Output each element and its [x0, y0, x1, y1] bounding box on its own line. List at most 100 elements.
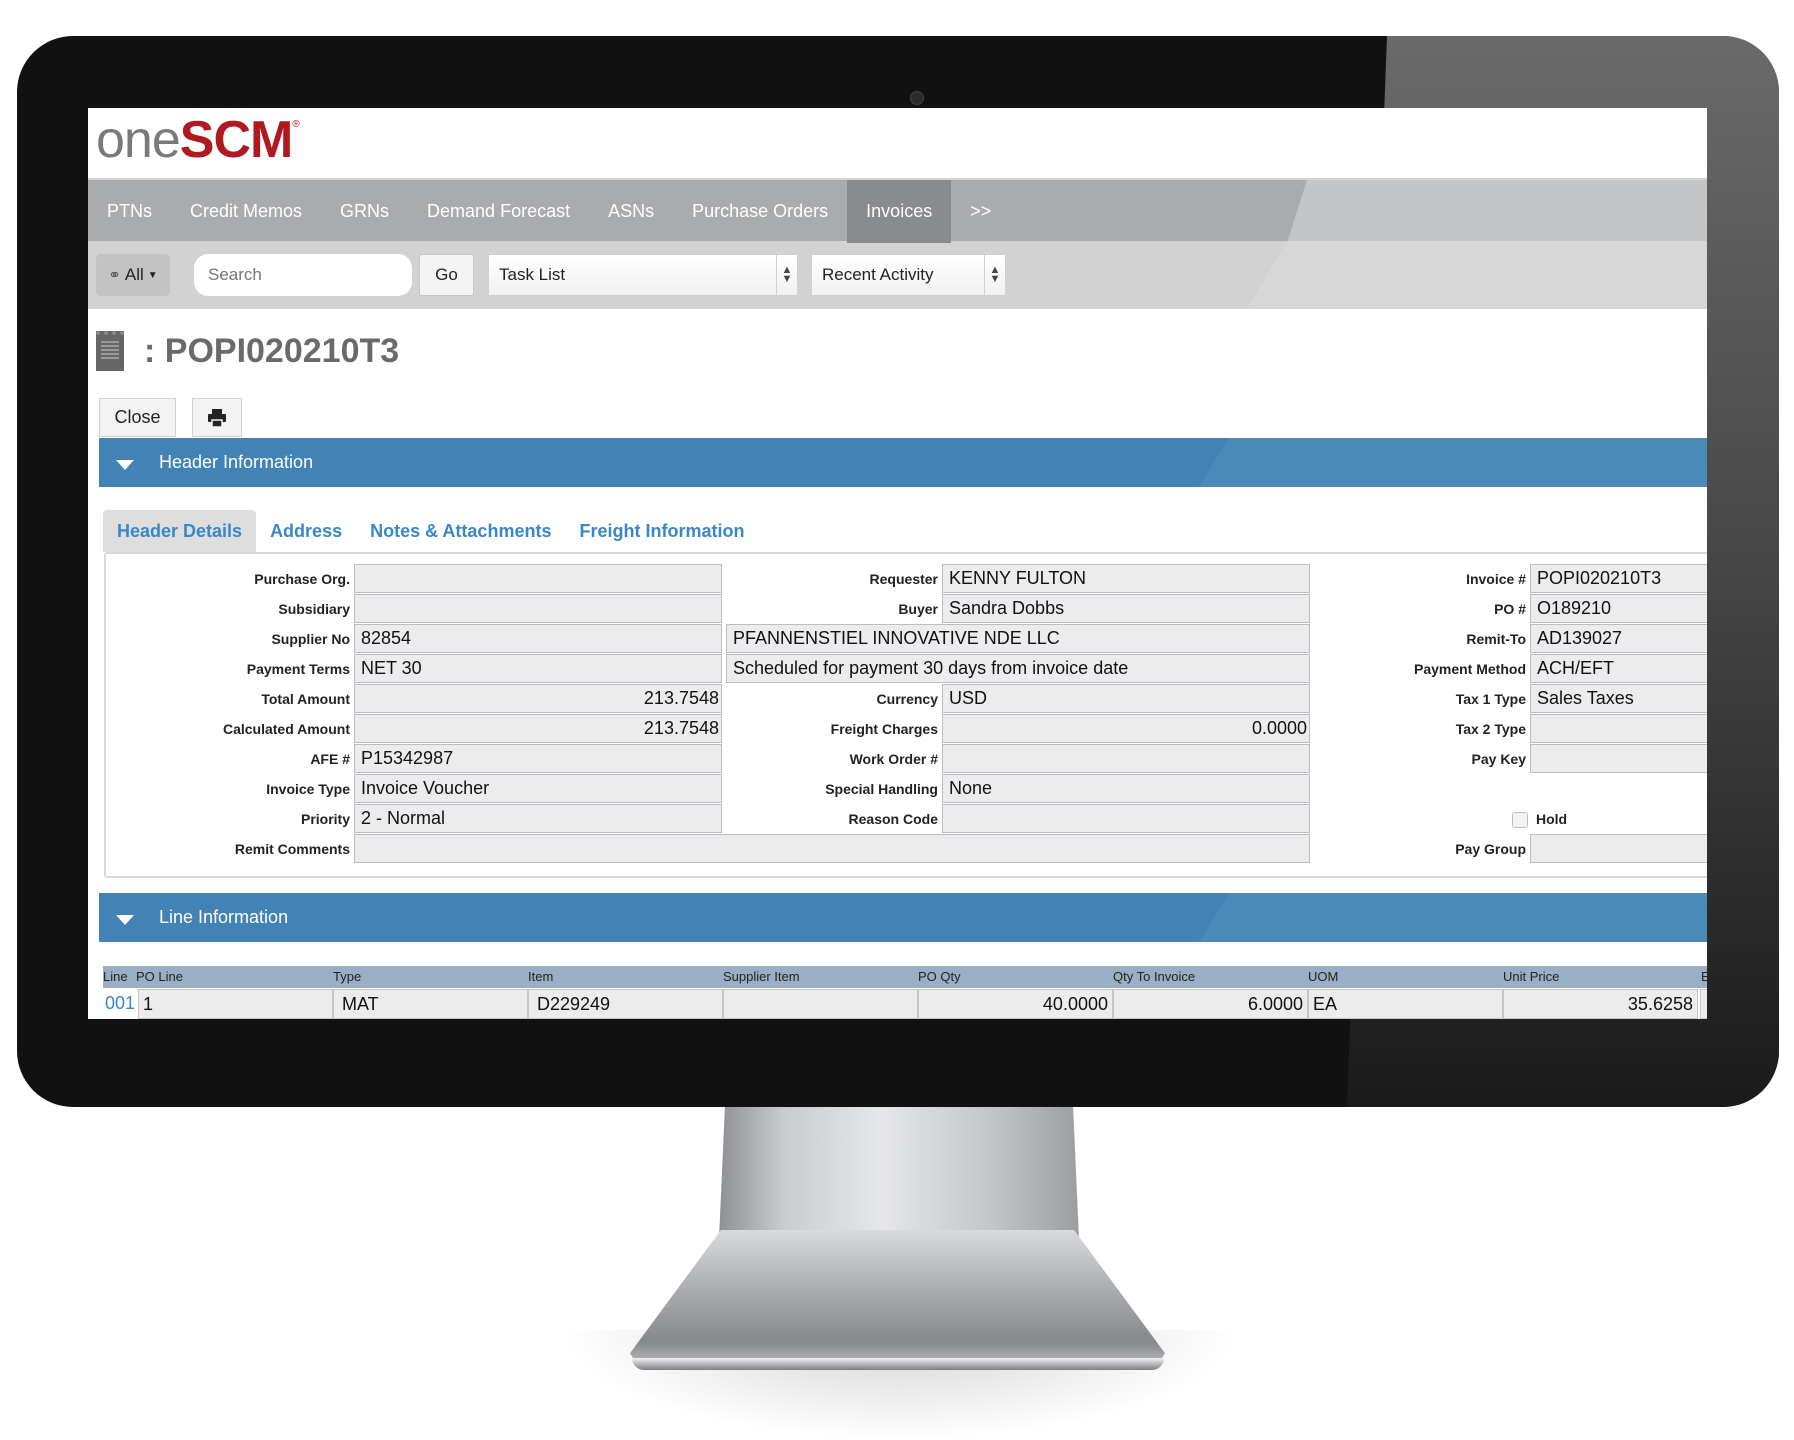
col-extended[interactable]: E: [1701, 966, 1707, 988]
nav-invoices[interactable]: Invoices: [847, 180, 952, 243]
nav-ptns[interactable]: PTNs: [88, 180, 171, 243]
task-list-select[interactable]: Task List ▲ ▼: [488, 254, 798, 296]
collapse-triangle-icon: [116, 914, 134, 925]
select-arrows-icon: ▲ ▼: [984, 255, 1005, 295]
field-total-amount[interactable]: 213.7548: [354, 684, 722, 713]
tab-freight-information[interactable]: Freight Information: [565, 510, 758, 552]
col-supplier-item[interactable]: Supplier Item: [723, 966, 800, 988]
cell-qty-to-invoice: 6.0000: [1113, 989, 1308, 1019]
field-payment-method[interactable]: ACH/EFT: [1530, 654, 1707, 683]
print-icon: [208, 408, 226, 427]
logo-bar: oneSCM®: [88, 108, 1707, 178]
nav-demand-forecast[interactable]: Demand Forecast: [408, 180, 589, 243]
cell-supplier-item: [723, 989, 918, 1019]
header-tabs: Header Details Address Notes & Attachmen…: [103, 510, 758, 552]
lines-table-header: Line PO Line Type Item Supplier Item PO …: [103, 966, 1707, 988]
field-special-handling[interactable]: None: [942, 774, 1310, 803]
nav-asns[interactable]: ASNs: [589, 180, 673, 243]
col-po-line[interactable]: PO Line: [136, 966, 183, 988]
col-po-qty[interactable]: PO Qty: [918, 966, 961, 988]
col-line[interactable]: Line: [103, 966, 128, 988]
field-invoice-number[interactable]: POPI020210T3: [1530, 564, 1707, 593]
field-remit-comments[interactable]: [354, 834, 1310, 863]
cell-item: D229249: [528, 989, 723, 1019]
label-currency: Currency: [876, 691, 938, 707]
label-payment-terms: Payment Terms: [246, 661, 350, 677]
cell-uom: EA: [1308, 989, 1503, 1019]
label-pay-key: Pay Key: [1471, 751, 1526, 767]
recent-activity-select[interactable]: Recent Activity ▲ ▼: [811, 254, 1006, 296]
col-type[interactable]: Type: [333, 966, 361, 988]
col-uom[interactable]: UOM: [1308, 966, 1338, 988]
field-freight-charges[interactable]: 0.0000: [942, 714, 1310, 743]
header-information-bar[interactable]: Header Information: [99, 438, 1707, 487]
label-special-handling: Special Handling: [825, 781, 938, 797]
label-afe: AFE #: [310, 751, 350, 767]
nav-grns[interactable]: GRNs: [321, 180, 408, 243]
field-buyer[interactable]: Sandra Dobbs: [942, 594, 1310, 623]
field-payment-terms-description[interactable]: Scheduled for payment 30 days from invoi…: [726, 654, 1310, 683]
field-po-number[interactable]: O189210: [1530, 594, 1707, 623]
table-row: 001 1 MAT D229249 40.0000 6.0000 EA 35.6…: [103, 988, 1707, 1019]
scope-dropdown[interactable]: ⚭ All ▼: [96, 254, 170, 296]
col-qty-to-invoice[interactable]: Qty To Invoice: [1113, 966, 1195, 988]
field-priority[interactable]: 2 - Normal: [354, 804, 722, 833]
header-details-panel: Purchase Org. Subsidiary Supplier No 828…: [104, 552, 1707, 878]
label-remit-to: Remit-To: [1466, 631, 1526, 647]
line-number-link[interactable]: 001: [105, 989, 135, 1017]
label-payment-method: Payment Method: [1413, 661, 1526, 677]
nav-more[interactable]: >>: [951, 180, 1010, 243]
field-afe[interactable]: P15342987: [354, 744, 722, 773]
monitor-stand-foot: [632, 1358, 1164, 1370]
go-button[interactable]: Go: [419, 254, 474, 296]
field-remit-to[interactable]: AD139027: [1530, 624, 1707, 653]
close-button[interactable]: Close: [99, 398, 176, 437]
onescm-logo[interactable]: oneSCM®: [96, 114, 300, 166]
label-po-number: PO #: [1494, 601, 1526, 617]
label-invoice-type: Invoice Type: [266, 781, 350, 797]
field-pay-key[interactable]: [1530, 744, 1707, 773]
label-remit-comments: Remit Comments: [234, 841, 350, 857]
print-button[interactable]: [192, 398, 242, 437]
line-information-bar[interactable]: Line Information: [99, 893, 1707, 942]
select-arrows-icon: ▲ ▼: [776, 255, 797, 295]
col-item[interactable]: Item: [528, 966, 553, 988]
field-tax1-type[interactable]: Sales Taxes: [1530, 684, 1707, 713]
tab-notes-attachments[interactable]: Notes & Attachments: [356, 510, 565, 552]
label-hold: Hold: [1536, 811, 1568, 827]
label-tax1-type: Tax 1 Type: [1455, 691, 1526, 707]
field-pay-group[interactable]: [1530, 834, 1707, 863]
label-purchase-org: Purchase Org.: [254, 571, 350, 587]
label-reason-code: Reason Code: [848, 811, 938, 827]
label-invoice-number: Invoice #: [1466, 571, 1526, 587]
field-calculated-amount[interactable]: 213.7548: [354, 714, 722, 743]
field-requester[interactable]: KENNY FULTON: [942, 564, 1310, 593]
hold-checkbox[interactable]: [1512, 812, 1528, 828]
compass-icon: ⚭: [108, 267, 121, 284]
cell-type: MAT: [333, 989, 528, 1019]
label-work-order: Work Order #: [849, 751, 938, 767]
field-tax2-type[interactable]: [1530, 714, 1707, 743]
field-invoice-type[interactable]: Invoice Voucher: [354, 774, 722, 803]
field-purchase-org[interactable]: [354, 564, 722, 593]
field-subsidiary[interactable]: [354, 594, 722, 623]
field-work-order[interactable]: [942, 744, 1310, 773]
page-title-row: : POPI020210T3: [96, 326, 399, 376]
app-screen: oneSCM® PTNs Credit Memos GRNs Demand Fo…: [88, 108, 1707, 1019]
field-payment-terms[interactable]: NET 30: [354, 654, 722, 683]
tab-address[interactable]: Address: [256, 510, 356, 552]
field-supplier-name[interactable]: PFANNENSTIEL INNOVATIVE NDE LLC: [726, 624, 1310, 653]
nav-purchase-orders[interactable]: Purchase Orders: [673, 180, 847, 243]
field-reason-code[interactable]: [942, 804, 1310, 833]
cell-po-line: 1: [138, 989, 333, 1019]
nav-credit-memos[interactable]: Credit Memos: [171, 180, 321, 243]
label-total-amount: Total Amount: [261, 691, 350, 707]
tab-header-details[interactable]: Header Details: [103, 510, 257, 552]
toolbar: ⚭ All ▼ Go Task List ▲▼ Recent Activity …: [88, 241, 1707, 309]
collapse-triangle-icon: [116, 459, 134, 470]
search-input[interactable]: [194, 254, 412, 296]
field-currency[interactable]: USD: [942, 684, 1310, 713]
field-supplier-no[interactable]: 82854: [354, 624, 722, 653]
cell-po-qty: 40.0000: [918, 989, 1113, 1019]
col-unit-price[interactable]: Unit Price: [1503, 966, 1559, 988]
